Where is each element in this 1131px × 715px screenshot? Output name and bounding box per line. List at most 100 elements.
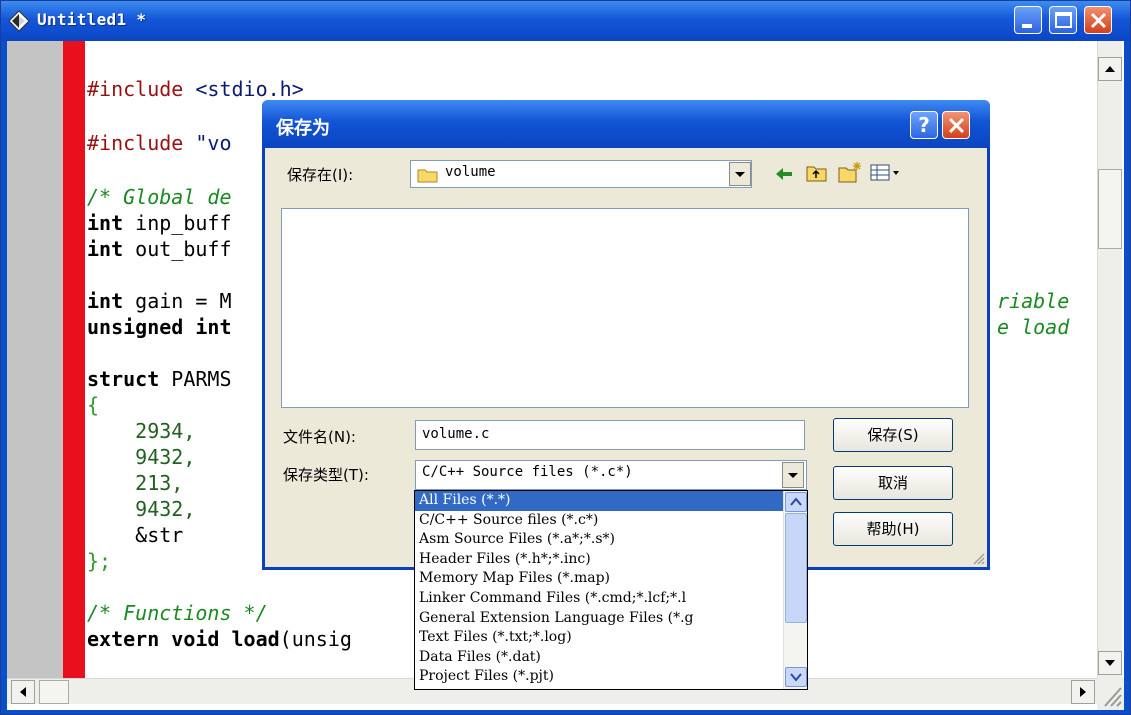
horizontal-scroll-thumb[interactable]: [39, 680, 69, 704]
code-comment-fragment: e load: [997, 315, 1070, 339]
scroll-right-icon: [1080, 687, 1086, 697]
scroll-down-button[interactable]: [1098, 651, 1122, 675]
dialog-title: 保存为: [276, 118, 330, 139]
code-token: 9432,: [87, 497, 196, 521]
vertical-scroll-thumb[interactable]: [1098, 169, 1122, 249]
save-in-label: 保存在(I):: [287, 166, 354, 184]
filetype-option[interactable]: Memory Map Files (*.map): [415, 569, 783, 589]
dialog-close-button[interactable]: [942, 111, 970, 139]
filetype-dropdown-button[interactable]: [782, 462, 804, 488]
dialog-titlebar[interactable]: 保存为 ?: [262, 100, 990, 148]
scroll-up-icon: [1105, 66, 1115, 72]
filetype-option[interactable]: Linker Command Files (*.cmd;*.lcf;*.l: [415, 589, 783, 609]
dropdown-scroll-thumb[interactable]: [785, 513, 807, 623]
code-token: int: [87, 289, 124, 313]
save-in-dropdown-button[interactable]: [729, 162, 751, 186]
code-line[interactable]: 213,: [87, 471, 183, 495]
code-token: unsigned int: [87, 315, 232, 339]
code-line[interactable]: #include "vo: [87, 131, 232, 155]
code-line[interactable]: /* Global de: [87, 185, 232, 209]
filetype-label: 保存类型(T):: [283, 466, 369, 484]
filetype-option[interactable]: C/C++ Source files (*.c*): [415, 511, 783, 531]
code-line[interactable]: 9432,: [87, 445, 195, 469]
filetype-value: C/C++ Source files (*.c*): [422, 464, 633, 480]
vertical-scrollbar[interactable]: [1097, 41, 1122, 678]
filetype-option[interactable]: Header Files (*.h*;*.inc): [415, 550, 783, 570]
dropdown-scroll-down-button[interactable]: [785, 667, 807, 687]
code-line[interactable]: {: [87, 393, 99, 417]
window-resize-corner[interactable]: [1097, 678, 1124, 710]
resize-grip-icon[interactable]: [971, 551, 985, 565]
filetype-option[interactable]: Asm Source Files (*.a*;*.s*): [415, 530, 783, 550]
code-token: {: [87, 393, 100, 417]
minimize-icon: [1022, 24, 1032, 28]
save-in-value: volume: [445, 164, 496, 180]
help-title-button[interactable]: ?: [910, 111, 938, 139]
new-folder-icon[interactable]: [837, 160, 863, 184]
filetype-option[interactable]: Text Files (*.txt;*.log): [415, 628, 783, 648]
scroll-right-button[interactable]: [1071, 680, 1095, 704]
save-in-combo[interactable]: volume: [410, 160, 752, 188]
filetype-options: All Files (*.*) C/C++ Source files (*.c*)…: [415, 491, 783, 687]
close-icon: [948, 117, 965, 134]
save-button[interactable]: 保存(S): [833, 418, 953, 452]
code-token: PARMS: [159, 367, 232, 391]
scroll-down-icon: [790, 673, 802, 682]
code-line[interactable]: int gain = M: [87, 289, 232, 313]
maximize-button[interactable]: [1049, 6, 1077, 34]
filetype-option[interactable]: General Extension Language Files (*.g: [415, 609, 783, 629]
code-token: extern void: [87, 627, 220, 651]
code-token: (unsig: [279, 627, 352, 651]
cancel-button[interactable]: 取消: [833, 466, 953, 500]
code-token: <stdio.h>: [195, 77, 304, 101]
folder-icon: [417, 169, 438, 183]
view-menu-icon[interactable]: [869, 162, 905, 184]
code-line[interactable]: };: [87, 549, 111, 573]
filename-value: volume.c: [422, 426, 490, 442]
window-title: Untitled1 *: [37, 10, 147, 29]
code-token: "vo: [195, 131, 232, 155]
maximize-icon: [1055, 12, 1072, 28]
code-token: int: [87, 237, 124, 261]
filetype-dropdown-list[interactable]: All Files (*.*) C/C++ Source files (*.c*)…: [414, 490, 808, 690]
help-button[interactable]: 帮助(H): [833, 512, 953, 546]
filename-label: 文件名(N):: [283, 428, 356, 446]
code-line[interactable]: &str: [87, 523, 183, 547]
code-line[interactable]: 2934,: [87, 419, 195, 443]
filename-input[interactable]: volume.c: [415, 420, 805, 450]
code-token: struct: [87, 367, 160, 391]
minimize-button[interactable]: [1014, 6, 1042, 34]
code-line[interactable]: /* Functions */: [87, 601, 268, 625]
dropdown-arrow-icon: [735, 172, 745, 177]
dropdown-scroll-up-button[interactable]: [785, 492, 807, 512]
code-line[interactable]: struct PARMS: [87, 367, 232, 391]
code-token: load: [231, 627, 280, 651]
filetype-option[interactable]: Data Files (*.dat): [415, 648, 783, 668]
code-token: };: [87, 549, 112, 573]
code-line[interactable]: 9432,: [87, 497, 195, 521]
code-token: 213,: [87, 471, 184, 495]
help-icon: ?: [918, 113, 930, 137]
back-arrow-icon[interactable]: [773, 164, 795, 184]
filetype-option[interactable]: All Files (*.*): [415, 491, 783, 511]
resize-grip-icon: [1104, 687, 1122, 707]
close-button[interactable]: [1084, 6, 1112, 34]
code-token: inp_buff: [123, 211, 232, 235]
code-token: 9432,: [87, 445, 196, 469]
scroll-up-button[interactable]: [1098, 57, 1122, 81]
code-line[interactable]: int inp_buff: [87, 211, 232, 235]
code-token: #include: [87, 77, 196, 101]
dropdown-scrollbar[interactable]: [783, 491, 807, 689]
filetype-option[interactable]: Project Files (*.pjt): [415, 667, 783, 687]
scroll-left-button[interactable]: [11, 680, 35, 704]
up-folder-icon[interactable]: [805, 162, 829, 184]
code-line[interactable]: extern void load(unsig: [87, 627, 352, 651]
file-list[interactable]: [281, 208, 969, 408]
code-line[interactable]: #include <stdio.h>: [87, 77, 304, 101]
window-titlebar[interactable]: Untitled1 *: [1, 1, 1130, 41]
filetype-combo[interactable]: C/C++ Source files (*.c*): [415, 460, 807, 490]
breakpoint-margin[interactable]: [63, 41, 85, 678]
code-line[interactable]: unsigned int: [87, 315, 232, 339]
code-line[interactable]: int out_buff: [87, 237, 232, 261]
